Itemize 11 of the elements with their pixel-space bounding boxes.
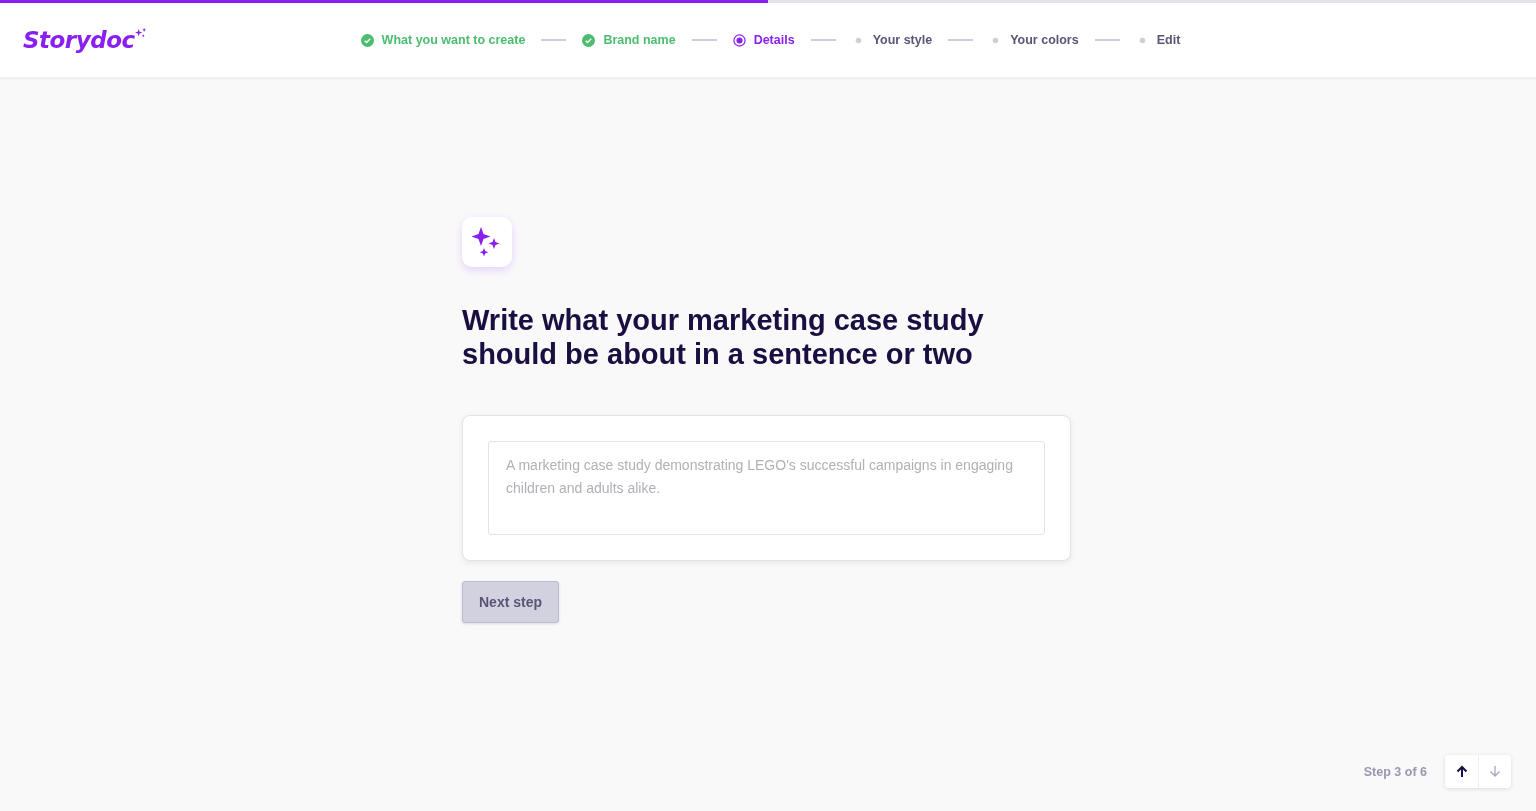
step-label[interactable]: Your style	[872, 33, 933, 47]
step-label[interactable]: Edit	[1156, 33, 1181, 47]
storydoc-logo[interactable]: Storydoc	[23, 27, 135, 53]
description-field[interactable]: A marketing case study demonstrating LEGO's successful campaigns in engaging children and adults alike.	[488, 441, 1045, 535]
step-label[interactable]: Details	[753, 33, 795, 47]
step-counter: Step 3 of 6	[1363, 764, 1427, 779]
down-arrow-icon	[1489, 765, 1501, 778]
step-label[interactable]: Your colors	[1010, 33, 1079, 47]
page-heading: Write what your marketing case study should be about in a sentence or two	[462, 303, 985, 371]
sparkle-icon	[134, 28, 146, 39]
up-arrow-icon	[1455, 765, 1468, 778]
